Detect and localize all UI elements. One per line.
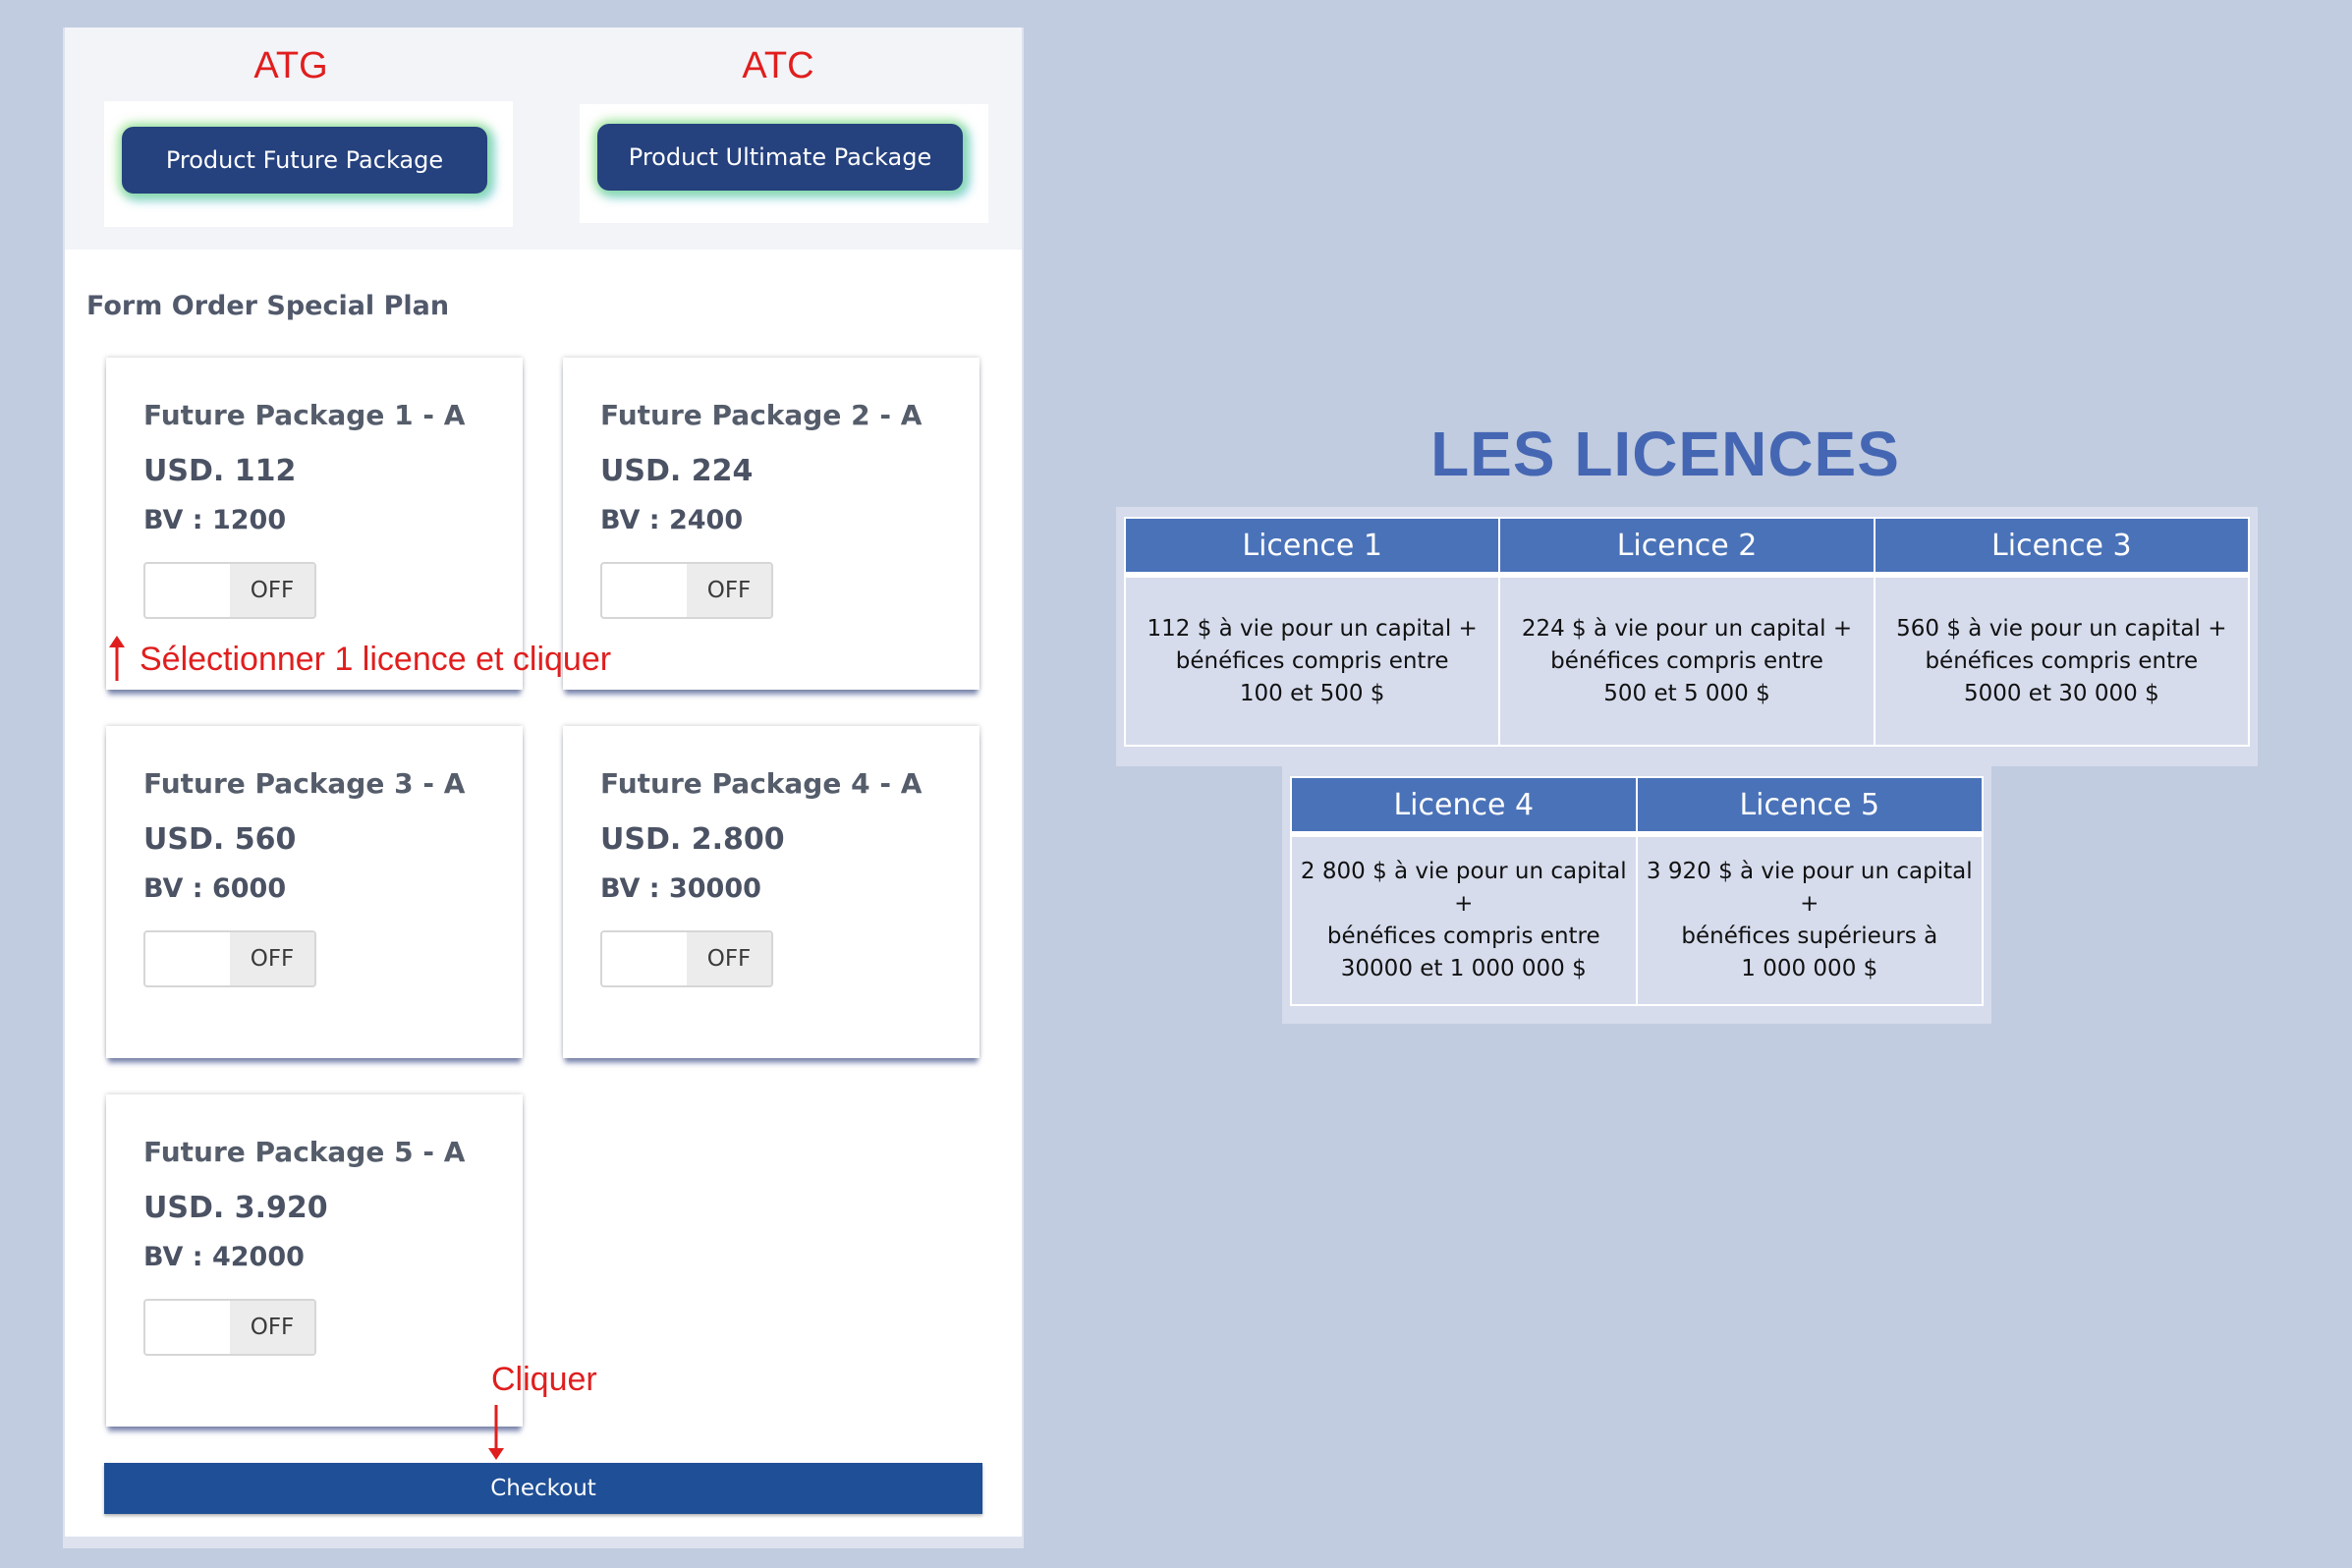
licence-4-description: 2 800 $ à vie pour un capital + bénéfice… [1290,833,1638,1006]
product-future-package-button[interactable]: Product Future Package [122,127,487,194]
licences-table-top: Licence 1 Licence 2 Licence 3 112 $ à vi… [1116,507,2258,766]
card-title: Future Package 3 - A [143,767,466,800]
card-bv: BV : 2400 [600,505,744,535]
licence-4-line-3: 30000 et 1 000 000 $ [1340,956,1587,981]
package-card-2: Future Package 2 - A USD. 224 BV : 2400 … [563,358,980,690]
package-3-toggle[interactable]: OFF [143,930,316,987]
package-4-toggle[interactable]: OFF [600,930,773,987]
licence-5-line-3: 1 000 000 $ [1741,956,1878,981]
licence-5-description: 3 920 $ à vie pour un capital + bénéfice… [1635,833,1985,1006]
licences-table-bottom: Licence 4 Licence 5 2 800 $ à vie pour u… [1282,766,1991,1024]
licence-2-description: 224 $ à vie pour un capital + bénéfices … [1498,574,1876,747]
licence-3-line-2: bénéfices compris entre [1925,647,2199,674]
product-ultimate-package-button[interactable]: Product Ultimate Package [597,124,963,191]
card-title: Future Package 1 - A [143,399,466,431]
atc-label: ATC [742,45,814,86]
order-form: Form Order Special Plan Future Package 1… [65,250,1022,1537]
licence-1-header: Licence 1 [1123,517,1501,578]
card-title: Future Package 2 - A [600,399,923,431]
licence-4-line-2: bénéfices compris entre [1326,924,1600,949]
licence-5-header: Licence 5 [1635,776,1985,837]
atg-label: ATG [253,45,328,86]
toggle-off-label: OFF [687,564,771,617]
card-title: Future Package 4 - A [600,767,923,800]
checkout-button[interactable]: Checkout [104,1463,982,1514]
package-2-toggle[interactable]: OFF [600,562,773,619]
licence-2-header: Licence 2 [1498,517,1876,578]
package-1-toggle[interactable]: OFF [143,562,316,619]
card-price: USD. 224 [600,454,754,488]
click-instruction: Cliquer [491,1361,597,1398]
future-package-box: Product Future Package [104,101,513,227]
card-bv: BV : 42000 [143,1242,305,1272]
licence-4-line-1: 2 800 $ à vie pour un capital + [1300,859,1627,917]
ultimate-package-box: Product Ultimate Package [580,104,988,223]
card-price: USD. 2.800 [600,822,785,857]
licence-3-header: Licence 3 [1873,517,2251,578]
toggle-off-label: OFF [687,932,771,985]
toggle-off-label: OFF [230,932,314,985]
card-bv: BV : 6000 [143,873,287,904]
card-bv: BV : 1200 [143,505,287,535]
order-panel: ATG ATC Product Future Package Product U… [63,28,1024,1548]
card-price: USD. 112 [143,454,297,488]
licence-2-line-3: 500 et 5 000 $ [1603,680,1770,706]
card-title: Future Package 5 - A [143,1136,466,1168]
licence-1-line-2: bénéfices compris entre [1175,647,1449,674]
licence-1-line-1: 112 $ à vie pour un capital + [1147,615,1478,642]
form-title: Form Order Special Plan [86,291,450,321]
toggle-off-label: OFF [230,1301,314,1354]
licence-2-line-2: bénéfices compris entre [1550,647,1823,674]
card-price: USD. 560 [143,822,297,857]
licence-3-line-3: 5000 et 30 000 $ [1963,680,2159,706]
licence-1-description: 112 $ à vie pour un capital + bénéfices … [1123,574,1501,747]
licence-1-line-3: 100 et 500 $ [1239,680,1385,706]
arrow-down-icon [488,1405,504,1460]
licence-3-line-1: 560 $ à vie pour un capital + [1896,615,2227,642]
package-card-4: Future Package 4 - A USD. 2.800 BV : 300… [563,726,980,1058]
licence-5-line-1: 3 920 $ à vie pour un capital + [1646,859,1973,917]
package-selector-area: ATG ATC Product Future Package Product U… [65,28,1022,250]
card-price: USD. 3.920 [143,1191,328,1225]
licence-2-line-1: 224 $ à vie pour un capital + [1521,615,1853,642]
licences-title: LES LICENCES [1430,419,1900,489]
select-instruction: Sélectionner 1 licence et cliquer [140,641,612,678]
toggle-off-label: OFF [230,564,314,617]
package-5-toggle[interactable]: OFF [143,1299,316,1356]
licence-5-line-2: bénéfices supérieurs à [1681,924,1938,949]
licence-3-description: 560 $ à vie pour un capital + bénéfices … [1873,574,2251,747]
package-card-3: Future Package 3 - A USD. 560 BV : 6000 … [106,726,523,1058]
arrow-up-icon [109,636,125,681]
package-card-5: Future Package 5 - A USD. 3.920 BV : 420… [106,1094,523,1427]
card-bv: BV : 30000 [600,873,761,904]
licence-4-header: Licence 4 [1290,776,1638,837]
